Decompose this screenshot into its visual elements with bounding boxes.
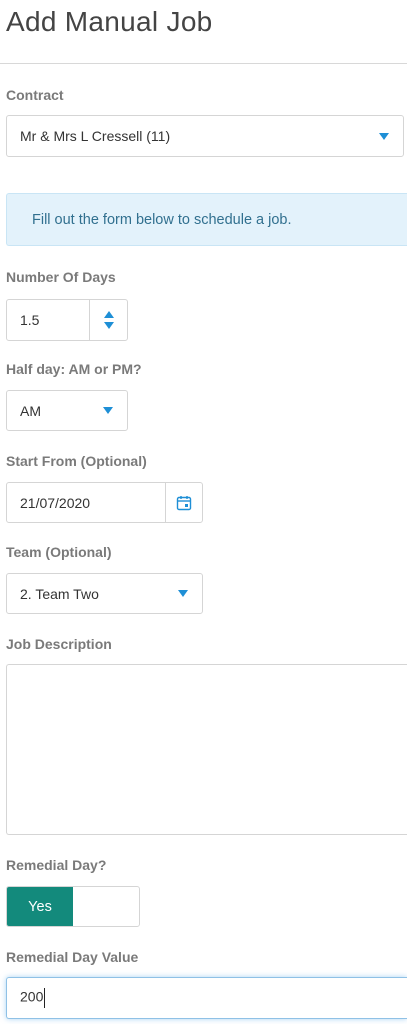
team-select[interactable]: 2. Team Two: [6, 573, 203, 614]
title-divider: [0, 63, 407, 64]
text-cursor: [44, 988, 46, 1008]
spinner-up-icon[interactable]: [103, 311, 114, 318]
remedial-day-value-label: Remedial Day Value: [6, 949, 139, 965]
stepper-buttons: [89, 300, 127, 340]
contract-value: Mr & Mrs L Cressell (11): [20, 128, 171, 144]
half-day-value: AM: [20, 402, 41, 419]
job-description-label: Job Description: [6, 636, 112, 652]
half-day-select[interactable]: AM: [6, 390, 128, 431]
contract-label: Contract: [6, 87, 64, 103]
job-description-textarea[interactable]: [6, 664, 407, 835]
info-banner-text: Fill out the form below to schedule a jo…: [32, 211, 292, 228]
number-of-days-value: 1.5: [20, 312, 40, 328]
remedial-day-label: Remedial Day?: [6, 857, 107, 873]
start-from-label: Start From (Optional): [6, 453, 147, 469]
page-title: Add Manual Job: [6, 6, 213, 37]
start-from-date-input[interactable]: 21/07/2020: [6, 482, 203, 523]
toggle-yes[interactable]: Yes: [7, 887, 73, 926]
team-value: 2. Team Two: [20, 585, 99, 602]
info-banner: Fill out the form below to schedule a jo…: [6, 193, 407, 246]
remedial-day-toggle[interactable]: Yes: [6, 886, 140, 927]
toggle-off-area[interactable]: [73, 887, 139, 926]
caret-down-icon: [379, 132, 389, 140]
half-day-label: Half day: AM or PM?: [6, 361, 142, 377]
caret-down-icon: [103, 407, 113, 414]
calendar-icon: [176, 495, 192, 510]
contract-select[interactable]: Mr & Mrs L Cressell (11): [6, 115, 404, 157]
team-label: Team (Optional): [6, 544, 112, 560]
number-of-days-stepper[interactable]: 1.5: [6, 299, 128, 341]
spinner-down-icon[interactable]: [103, 322, 114, 329]
number-of-days-label: Number Of Days: [6, 269, 116, 285]
remedial-day-value-input[interactable]: 200: [6, 977, 407, 1019]
caret-down-icon: [178, 590, 188, 597]
calendar-button[interactable]: [165, 483, 202, 522]
remedial-day-value-text: 200: [20, 988, 44, 1005]
start-from-value: 21/07/2020: [20, 494, 91, 511]
